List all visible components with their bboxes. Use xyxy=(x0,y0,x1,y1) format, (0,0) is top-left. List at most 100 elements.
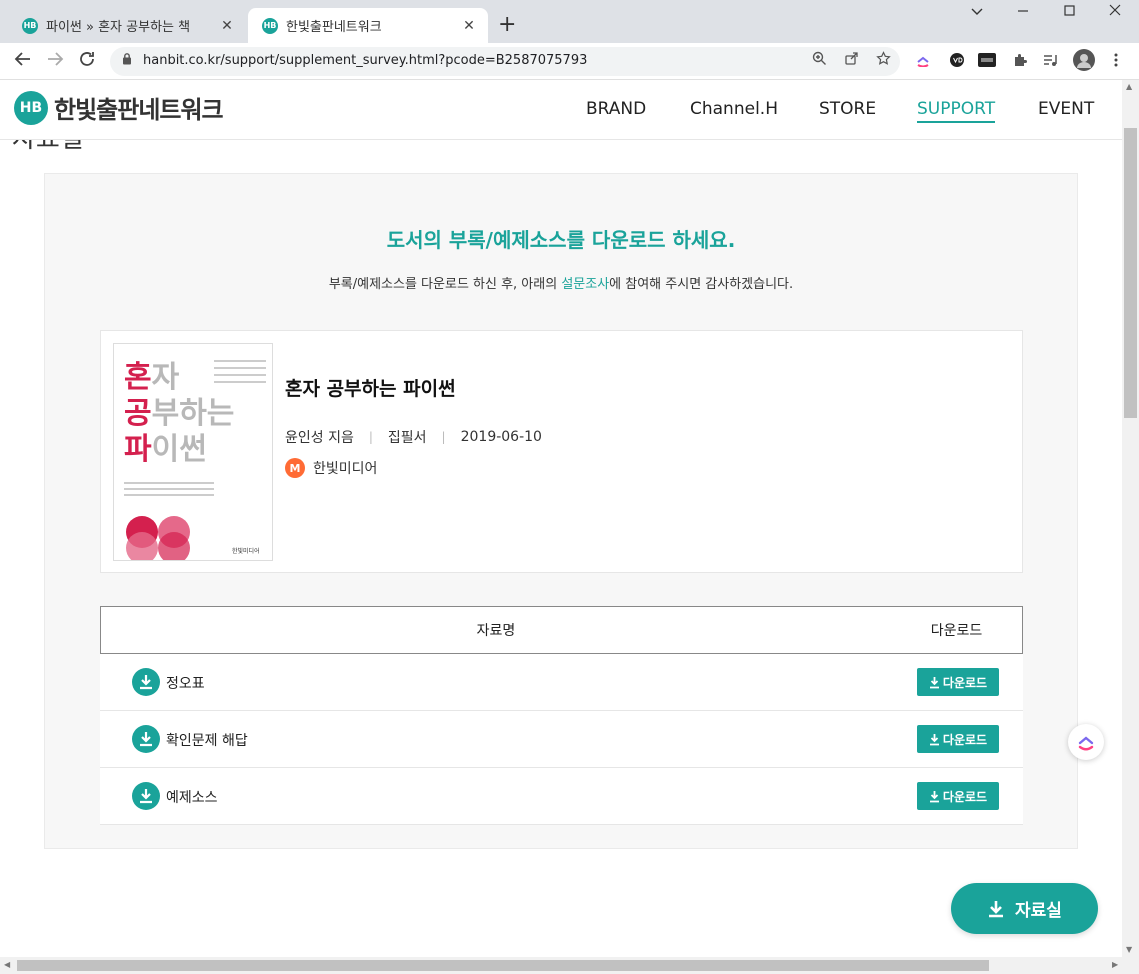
file-name: 정오표 xyxy=(166,676,205,692)
cover-badge-shape xyxy=(158,532,190,560)
download-icon xyxy=(929,676,939,688)
url-text[interactable]: hanbit.co.kr/support/supplement_survey.h… xyxy=(143,53,587,68)
clickup-floating-button[interactable] xyxy=(1068,724,1104,760)
scroll-up-arrow-icon[interactable]: ▲ xyxy=(1126,82,1132,91)
nav-store[interactable]: STORE xyxy=(819,99,876,119)
extensions-puzzle-icon[interactable] xyxy=(1010,50,1030,70)
nav-channel-h[interactable]: Channel.H xyxy=(690,99,778,119)
table-row: 확인문제 해답 다운로드 xyxy=(100,711,1023,768)
nav-brand[interactable]: BRAND xyxy=(586,99,646,119)
browser-tabstrip: HB 파이썬 » 혼자 공부하는 책 ✕ HB 한빛출판네트워크 ✕ + xyxy=(0,0,1139,43)
tab-close-icon[interactable]: ✕ xyxy=(218,18,236,34)
tab-search-chevron-icon[interactable] xyxy=(954,4,1000,20)
nav-event[interactable]: EVENT xyxy=(1038,99,1094,119)
lock-icon[interactable] xyxy=(122,52,132,68)
bookmark-star-icon[interactable] xyxy=(876,51,891,70)
download-button-label: 다운로드 xyxy=(942,789,988,804)
book-cover-image[interactable]: 혼자 공부하는 파이썬 한빛미디어 xyxy=(113,343,273,561)
new-tab-icon[interactable]: + xyxy=(498,12,516,37)
scroll-down-arrow-icon[interactable]: ▼ xyxy=(1126,945,1132,954)
download-circle-icon xyxy=(132,725,160,753)
download-button[interactable]: 다운로드 xyxy=(917,725,999,753)
file-name: 확인문제 해답 xyxy=(166,733,248,749)
browser-tab-2[interactable]: HB 한빛출판네트워크 ✕ xyxy=(248,8,488,43)
survey-link[interactable]: 설문조사 xyxy=(561,277,609,292)
subline-text-after: 에 참여해 주시면 감사하겠습니다. xyxy=(609,277,794,292)
hanbit-favicon-icon: HB xyxy=(22,17,38,34)
window-close-icon[interactable] xyxy=(1092,4,1138,20)
horizontal-scrollbar[interactable]: ◀ ▶ xyxy=(0,957,1139,974)
download-icon xyxy=(929,733,939,745)
download-button[interactable]: 다운로드 xyxy=(917,668,999,696)
book-publisher: M 한빛미디어 xyxy=(285,458,377,478)
chrome-menu-icon[interactable] xyxy=(1106,50,1126,70)
maximize-icon[interactable] xyxy=(1046,4,1092,20)
book-meta: 윤인성 지음 | 집필서 | 2019-06-10 xyxy=(285,427,542,447)
reload-icon[interactable] xyxy=(78,50,96,73)
cover-title-line-3: 파이썬 xyxy=(124,432,207,467)
browser-toolbar: hanbit.co.kr/support/supplement_survey.h… xyxy=(0,43,1139,80)
book-category: 집필서 xyxy=(387,430,427,446)
library-floating-button[interactable]: 자료실 xyxy=(951,883,1098,934)
download-headline: 도서의 부록/예제소스를 다운로드 하세요. xyxy=(386,228,736,252)
table-row: 예제소스 다운로드 xyxy=(100,768,1023,825)
subline-text-before: 부록/예제소스를 다운로드 하신 후, 아래의 xyxy=(328,277,562,292)
book-date: 2019-06-10 xyxy=(460,429,542,445)
gmp-extension-icon[interactable] xyxy=(977,50,997,70)
clickup-extension-icon[interactable] xyxy=(913,50,933,70)
forward-arrow-icon[interactable] xyxy=(46,50,64,73)
horizontal-scroll-thumb[interactable] xyxy=(17,960,989,971)
hanbit-logo-mark-icon: HB xyxy=(14,90,48,125)
meta-separator: | xyxy=(441,430,446,444)
book-author: 윤인성 지음 xyxy=(285,430,354,446)
clickup-logo-icon xyxy=(1078,736,1094,751)
scroll-left-arrow-icon[interactable]: ◀ xyxy=(4,960,10,969)
book-info-card: 혼자 공부하는 파이썬 한빛미디어 혼자 공부하는 파이썬 윤인성 지음 | 집… xyxy=(100,330,1023,573)
download-circle-icon xyxy=(132,782,160,810)
nav-support[interactable]: SUPPORT xyxy=(917,99,996,123)
supplement-panel: 도서의 부록/예제소스를 다운로드 하세요. 부록/예제소스를 다운로드 하신 … xyxy=(44,173,1078,849)
minimize-icon[interactable] xyxy=(1000,4,1046,20)
cover-publisher: 한빛미디어 xyxy=(232,548,260,555)
browser-tab-1[interactable]: HB 파이썬 » 혼자 공부하는 책 ✕ xyxy=(8,8,246,43)
vpn-extension-icon[interactable] xyxy=(947,50,967,70)
publisher-badge-icon: M xyxy=(285,458,305,478)
download-icon xyxy=(929,790,939,802)
download-button-label: 다운로드 xyxy=(942,675,988,690)
download-icon xyxy=(989,900,1004,917)
table-row: 정오표 다운로드 xyxy=(100,654,1023,711)
share-icon[interactable] xyxy=(844,51,859,70)
download-circle-icon xyxy=(132,668,160,696)
address-bar[interactable]: hanbit.co.kr/support/supplement_survey.h… xyxy=(110,47,900,76)
tab-title: 파이썬 » 혼자 공부하는 책 xyxy=(46,20,191,35)
column-header-name: 자료명 xyxy=(476,623,516,639)
download-subline: 부록/예제소스를 다운로드 하신 후, 아래의 설문조사에 참여해 주시면 감사… xyxy=(45,273,1077,292)
hanbit-logo[interactable]: HB 한빛출판네트워크 xyxy=(14,90,224,125)
cover-title-line-1: 혼자 xyxy=(124,360,180,395)
cover-badge-shape xyxy=(126,532,158,560)
download-button[interactable]: 다운로드 xyxy=(917,782,999,810)
column-header-download: 다운로드 xyxy=(930,623,983,639)
cover-decoration xyxy=(124,482,214,500)
file-name: 예제소스 xyxy=(166,790,218,806)
back-arrow-icon[interactable] xyxy=(14,50,32,73)
vertical-scrollbar[interactable]: ▲ ▼ xyxy=(1122,80,1139,957)
supplement-table: 자료명 다운로드 정오표 다운로드 확인문제 해답 다운로드 예제소스 다운로드 xyxy=(100,606,1023,825)
table-header: 자료명 다운로드 xyxy=(100,606,1023,654)
book-title[interactable]: 혼자 공부하는 파이썬 xyxy=(285,374,456,401)
tab-close-icon[interactable]: ✕ xyxy=(460,18,478,34)
tab-title: 한빛출판네트워크 xyxy=(286,20,382,35)
scroll-right-arrow-icon[interactable]: ▶ xyxy=(1112,960,1118,969)
cover-title-line-2: 공부하는 xyxy=(124,396,235,431)
hanbit-logo-text: 한빛출판네트워크 xyxy=(54,96,224,124)
zoom-icon[interactable] xyxy=(812,51,827,70)
profile-avatar-icon[interactable] xyxy=(1073,49,1095,71)
media-control-icon[interactable] xyxy=(1040,50,1060,70)
publisher-name: 한빛미디어 xyxy=(313,461,378,477)
download-button-label: 다운로드 xyxy=(942,732,988,747)
vertical-scroll-thumb[interactable] xyxy=(1124,128,1137,418)
site-header: HB 한빛출판네트워크 BRAND Channel.H STORE SUPPOR… xyxy=(0,80,1122,140)
hanbit-favicon-icon: HB xyxy=(262,17,278,34)
cover-decoration xyxy=(214,360,266,388)
meta-separator: | xyxy=(368,430,373,444)
